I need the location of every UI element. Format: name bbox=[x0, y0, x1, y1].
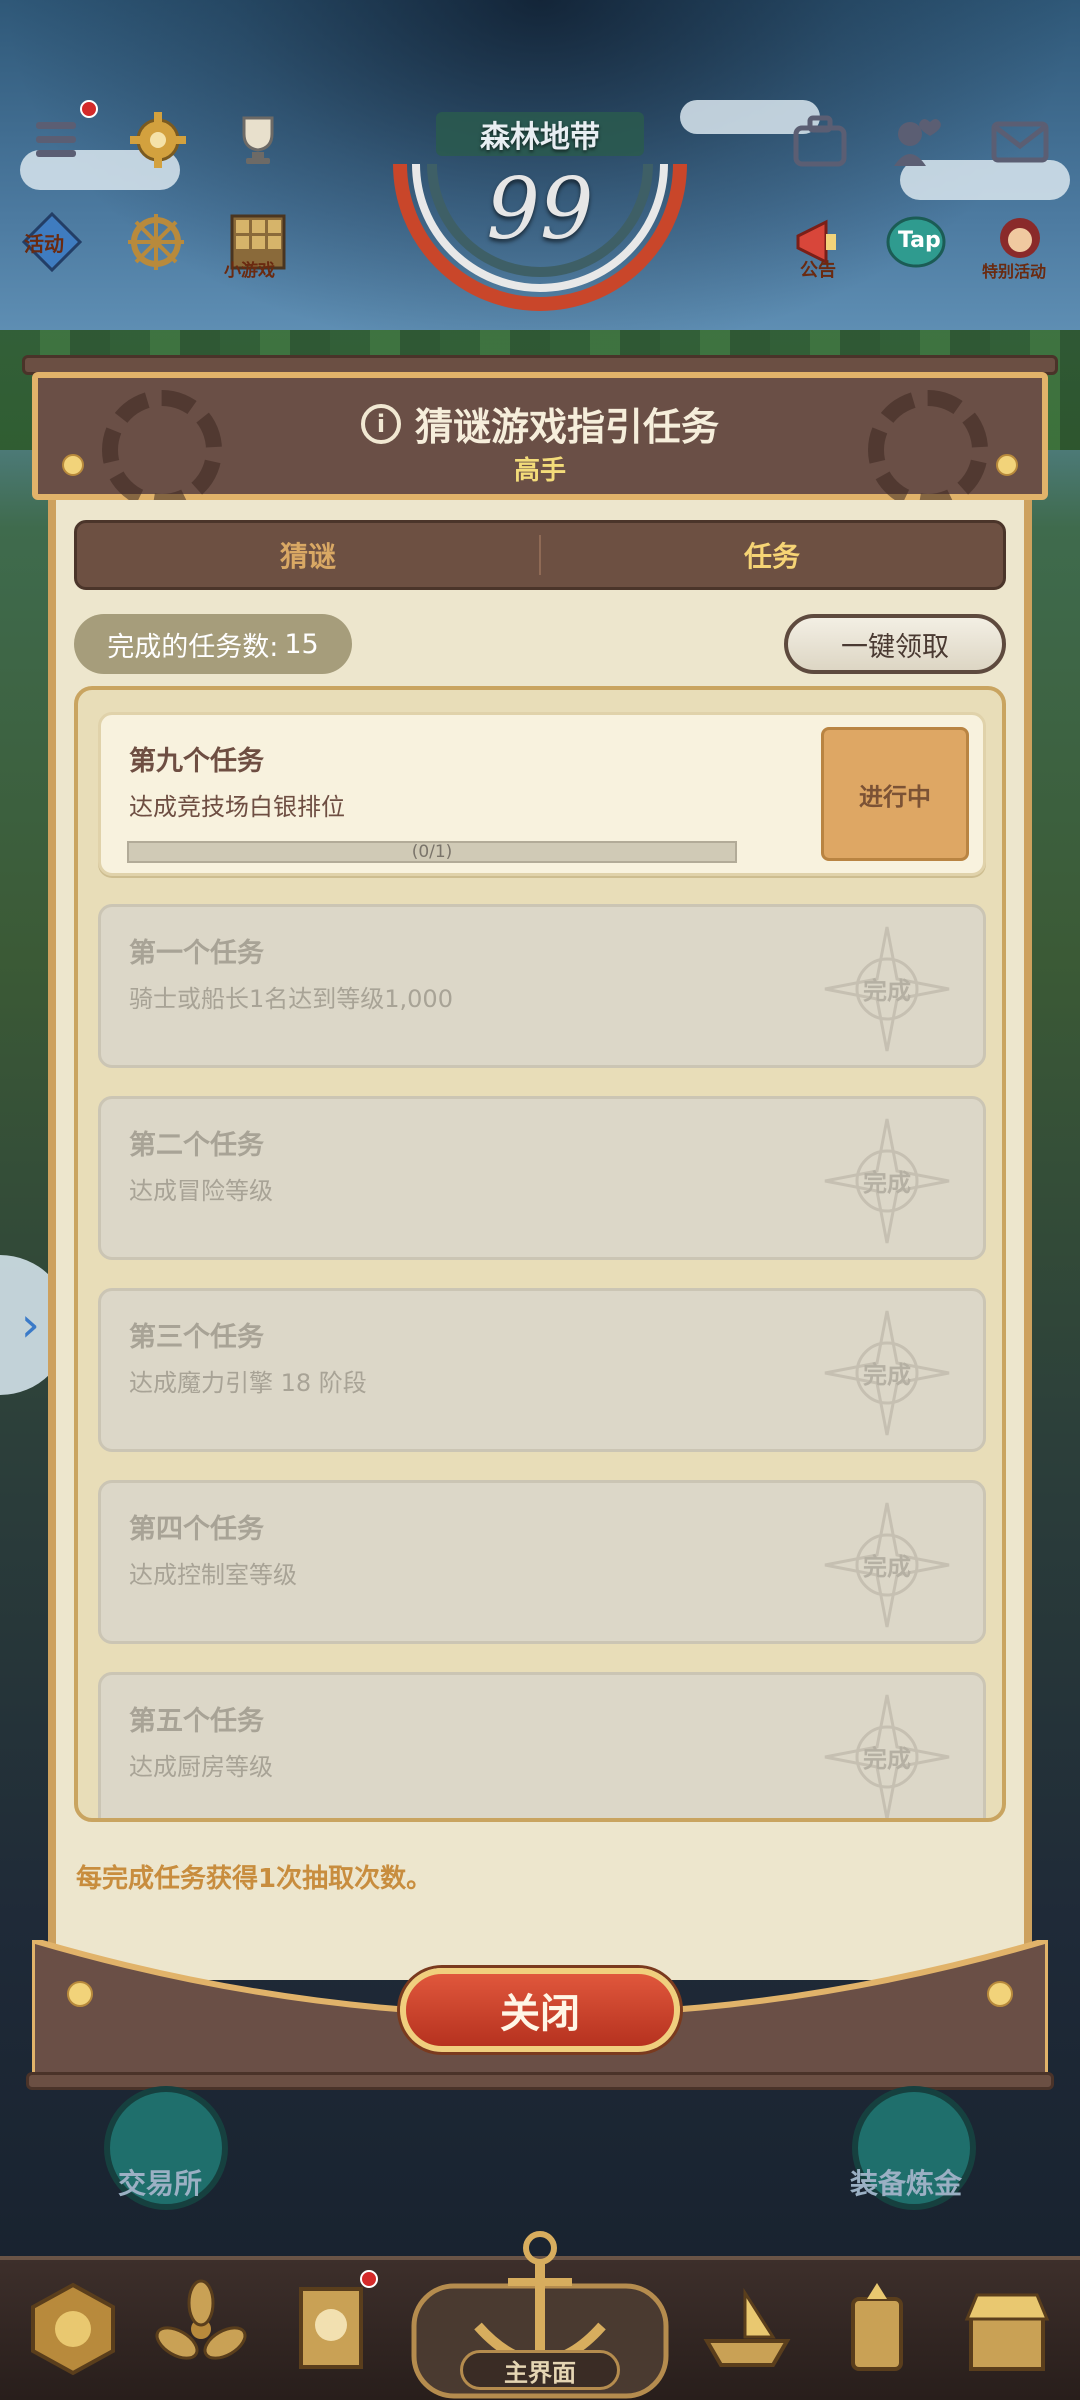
task-list[interactable]: 第九个任务 达成竞技场白银排位 (0/1) 进行中 第一个任务 骑士或船长1名达… bbox=[74, 686, 1006, 1822]
completed-text: 完成 bbox=[863, 1553, 911, 1581]
completed-text: 完成 bbox=[863, 1169, 911, 1197]
dialog-header: i 猜谜游戏指引任务 高手 bbox=[32, 372, 1048, 510]
nav-armory-icon[interactable] bbox=[822, 2274, 932, 2384]
task-description: 达成厨房等级 bbox=[129, 1753, 273, 1781]
task-card-active: 第九个任务 达成竞技场白银排位 (0/1) 进行中 bbox=[98, 712, 986, 876]
task-name: 第四个任务 bbox=[129, 1514, 264, 1545]
tab-tasks[interactable]: 任务 bbox=[541, 523, 1003, 587]
completed-text: 完成 bbox=[863, 977, 911, 1005]
footer-note: 每完成任务获得1次抽取次数。 bbox=[76, 1864, 433, 1894]
zone-name: 森林地带 bbox=[480, 120, 600, 155]
friends-heart-icon[interactable] bbox=[886, 112, 946, 172]
notification-dot bbox=[360, 2270, 378, 2288]
nav-emblem-icon[interactable] bbox=[18, 2274, 128, 2384]
mail-icon[interactable] bbox=[990, 112, 1050, 172]
nav-home-label: 主界面 bbox=[460, 2350, 620, 2390]
task-card-completed: 第二个任务 达成冒险等级 完成 bbox=[98, 1096, 986, 1260]
menu-icon[interactable] bbox=[28, 110, 88, 170]
task-description: 骑士或船长1名达到等级1,000 bbox=[129, 985, 453, 1013]
activity-label: 活动 bbox=[24, 232, 64, 256]
task-name: 第九个任务 bbox=[129, 746, 264, 777]
task-name: 第五个任务 bbox=[129, 1706, 264, 1737]
dialog-title: 猜谜游戏指引任务 bbox=[414, 405, 719, 449]
task-name: 第二个任务 bbox=[129, 1130, 264, 1161]
task-card-completed: 第五个任务 达成厨房等级 完成 bbox=[98, 1672, 986, 1818]
settings-gear-icon[interactable] bbox=[128, 110, 188, 170]
nav-shop-icon[interactable] bbox=[952, 2274, 1062, 2384]
completed-text: 完成 bbox=[863, 1361, 911, 1389]
task-description: 达成魔力引擎 18 阶段 bbox=[129, 1369, 367, 1397]
task-card-completed: 第三个任务 达成魔力引擎 18 阶段 完成 bbox=[98, 1288, 986, 1452]
player-level: 99 bbox=[486, 160, 594, 258]
ship-wheel-icon[interactable] bbox=[126, 212, 186, 272]
task-progress-text: (0/1) bbox=[411, 842, 453, 862]
completed-text: 完成 bbox=[863, 1745, 911, 1773]
completed-stamp: 完成 bbox=[821, 1691, 953, 1818]
completed-count-value: 15 bbox=[284, 628, 319, 660]
notice-label: 公告 bbox=[800, 260, 836, 281]
task-progress-bar: (0/1) bbox=[127, 841, 737, 863]
dialog-subtitle: 高手 bbox=[513, 456, 566, 486]
claim-all-button[interactable]: 一键领取 bbox=[784, 614, 1006, 674]
nav-banner-icon[interactable] bbox=[276, 2274, 386, 2384]
task-name: 第三个任务 bbox=[129, 1322, 264, 1353]
minigame-label: 小游戏 bbox=[224, 261, 275, 281]
tab-bar: 猜谜 任务 bbox=[74, 520, 1006, 590]
completed-stamp: 完成 bbox=[821, 1307, 953, 1439]
task-description: 达成控制室等级 bbox=[129, 1561, 297, 1589]
task-card-completed: 第一个任务 骑士或船长1名达到等级1,000 完成 bbox=[98, 904, 986, 1068]
info-icon[interactable]: i bbox=[360, 403, 401, 444]
in-progress-button[interactable]: 进行中 bbox=[821, 727, 969, 861]
nav-propeller-icon[interactable] bbox=[146, 2274, 256, 2384]
close-button[interactable]: 关闭 bbox=[400, 1968, 680, 2052]
nav-ship-icon[interactable] bbox=[692, 2274, 802, 2384]
task-description: 达成竞技场白银排位 bbox=[129, 793, 345, 821]
completed-count-pill: 完成的任务数: 15 bbox=[74, 614, 352, 674]
task-card-completed: 第四个任务 达成控制室等级 完成 bbox=[98, 1480, 986, 1644]
trophy-icon[interactable] bbox=[228, 110, 288, 170]
tap-label: Tap bbox=[898, 228, 941, 253]
special-event-label: 特别活动 bbox=[982, 262, 1047, 281]
completed-stamp: 完成 bbox=[821, 1499, 953, 1631]
alchemy-label: 装备炼金 bbox=[850, 2167, 963, 2200]
completed-count-label: 完成的任务数: bbox=[107, 631, 279, 663]
completed-stamp: 完成 bbox=[821, 923, 953, 1055]
notification-dot bbox=[80, 100, 98, 118]
task-name: 第一个任务 bbox=[129, 938, 264, 969]
tab-puzzle[interactable]: 猜谜 bbox=[77, 523, 539, 587]
task-description: 达成冒险等级 bbox=[129, 1177, 273, 1205]
completed-stamp: 完成 bbox=[821, 1115, 953, 1247]
chevron-right-icon: › bbox=[20, 1297, 40, 1353]
exchange-label: 交易所 bbox=[118, 2167, 203, 2200]
inventory-bag-icon[interactable] bbox=[790, 112, 850, 172]
